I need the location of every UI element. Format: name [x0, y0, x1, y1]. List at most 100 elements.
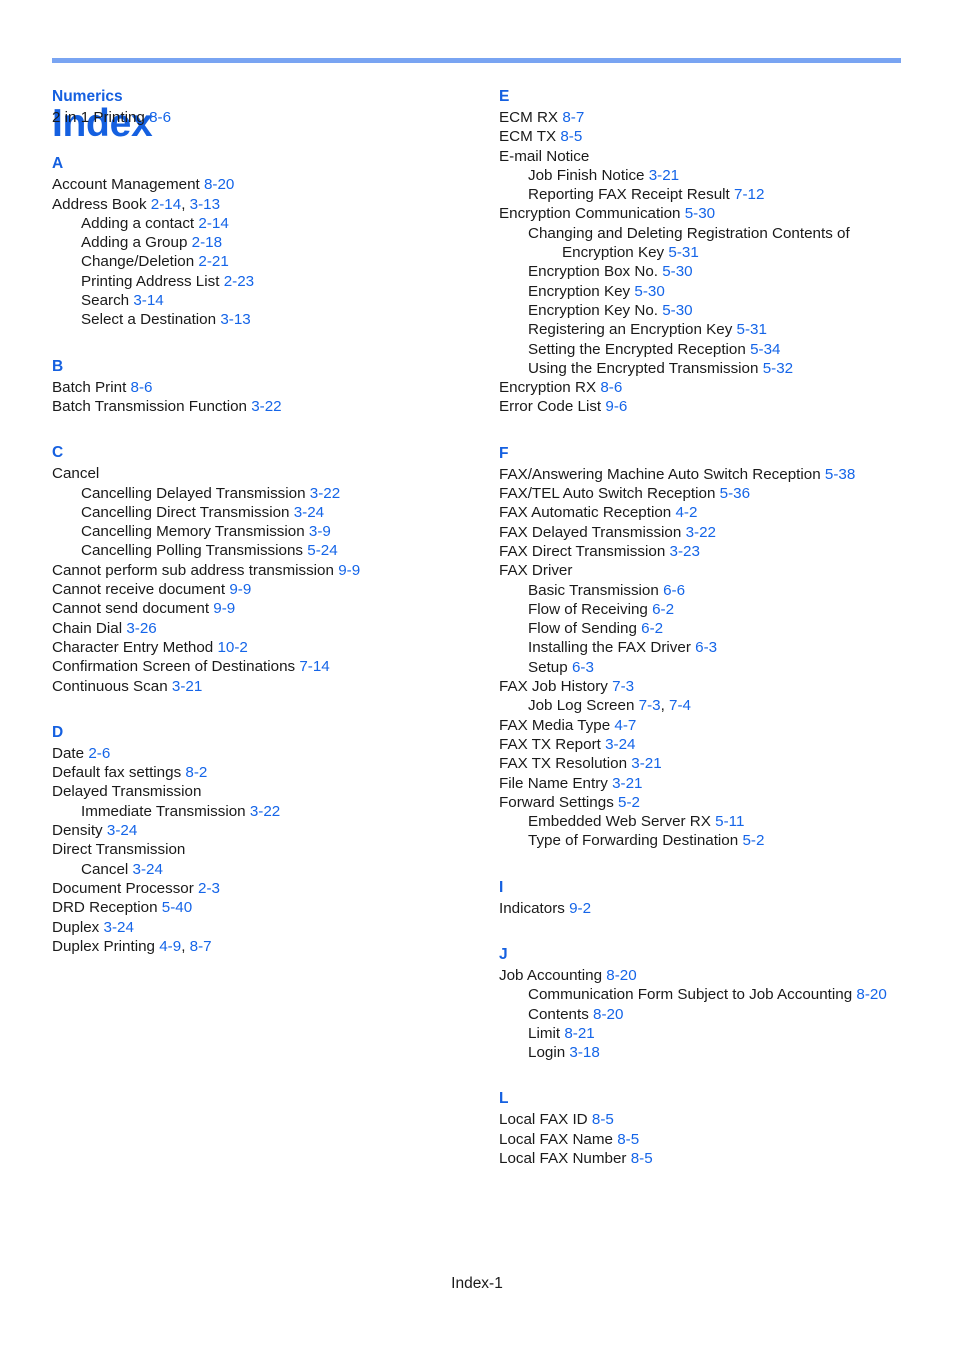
index-page-reference[interactable]: 5-30 — [685, 205, 715, 222]
index-page-reference[interactable]: 8-6 — [149, 109, 171, 126]
index-entry-label: FAX TX Resolution — [499, 755, 628, 773]
index-page-reference[interactable]: 3-13 — [220, 311, 250, 328]
index-entry: Local FAX Number 8-5 — [499, 1149, 911, 1168]
index-page-reference[interactable]: 3-21 — [172, 678, 202, 695]
index-entry: Encryption RX 8-6 — [499, 378, 911, 397]
index-page-reference[interactable]: 8-20 — [856, 986, 886, 1003]
index-page-reference[interactable]: 10-2 — [217, 639, 247, 656]
index-page-reference[interactable]: 5-32 — [763, 360, 793, 377]
index-entry-label: E-mail Notice — [499, 147, 590, 165]
index-page-reference[interactable]: 9-9 — [229, 581, 251, 598]
index-page-reference[interactable]: 5-38 — [825, 466, 855, 483]
index-page-reference[interactable]: 5-40 — [162, 899, 192, 916]
index-page-reference[interactable]: 3-21 — [649, 167, 679, 184]
index-entry: Select a Destination 3-13 — [52, 310, 464, 329]
index-page-reference[interactable]: 5-31 — [737, 321, 767, 338]
index-page-reference[interactable]: 2-18 — [192, 234, 222, 251]
index-page-reference[interactable]: 4-9 — [159, 938, 181, 955]
index-entry-label: Basic Transmission — [528, 581, 659, 599]
index-page-reference[interactable]: 3-21 — [631, 755, 661, 772]
index-page-reference[interactable]: 8-6 — [600, 379, 622, 396]
index-page-reference[interactable]: 2-3 — [198, 880, 220, 897]
index-entry-label: Login — [528, 1044, 566, 1062]
index-page-reference[interactable]: 2-21 — [198, 253, 228, 270]
section-letter: F — [499, 444, 509, 462]
index-page-reference[interactable]: 8-2 — [185, 764, 207, 781]
index-page-reference[interactable]: 3-13 — [190, 196, 220, 213]
index-entry-label: ECM TX — [499, 128, 557, 146]
index-page-reference[interactable]: 8-6 — [131, 379, 153, 396]
index-entry: Basic Transmission 6-6 — [499, 581, 911, 600]
index-page-reference[interactable]: 4-7 — [614, 717, 636, 734]
index-page-reference[interactable]: 7-4 — [669, 697, 691, 714]
index-page-reference[interactable]: 9-9 — [338, 562, 360, 579]
index-page-reference[interactable]: 2-6 — [88, 745, 110, 762]
index-entry-label: Continuous Scan — [52, 677, 168, 695]
index-page-reference[interactable]: 4-2 — [675, 504, 697, 521]
index-page-reference[interactable]: 8-7 — [562, 109, 584, 126]
index-entry: Document Processor 2-3 — [52, 879, 464, 898]
index-page-reference[interactable]: 5-11 — [715, 813, 744, 830]
index-page-reference[interactable]: 3-9 — [309, 523, 331, 540]
index-page-reference[interactable]: 7-3 — [612, 678, 634, 695]
index-page-reference[interactable]: 6-3 — [572, 659, 594, 676]
index-section: J Job Accounting 8-20 Communication Form S… — [499, 944, 911, 1062]
index-page-reference[interactable]: 3-22 — [251, 398, 281, 415]
index-entry-label: FAX Job History — [499, 678, 608, 696]
index-page-reference[interactable]: 8-5 — [617, 1131, 639, 1148]
index-page-reference[interactable]: 8-20 — [606, 967, 636, 984]
index-page-reference[interactable]: 5-36 — [720, 485, 750, 502]
index-page-reference[interactable]: 6-2 — [652, 601, 674, 618]
index-page-reference[interactable]: 7-12 — [734, 186, 764, 203]
index-page-reference[interactable]: 7-3 — [639, 697, 661, 714]
index-page-reference[interactable]: 8-5 — [592, 1111, 614, 1128]
index-page-reference[interactable]: 9-2 — [569, 900, 591, 917]
index-page-reference[interactable]: 8-20 — [593, 1006, 623, 1023]
index-page-reference[interactable]: 5-30 — [662, 263, 692, 280]
index-page-reference[interactable]: 3-22 — [310, 485, 340, 502]
index-entry: Search 3-14 — [52, 291, 464, 310]
index-page-reference[interactable]: 3-24 — [107, 822, 137, 839]
index-page-reference[interactable]: 8-5 — [631, 1150, 653, 1167]
index-page-reference[interactable]: 3-22 — [250, 803, 280, 820]
index-entry-label: Default fax settings — [52, 764, 182, 782]
index-page-reference[interactable]: 8-5 — [560, 128, 582, 145]
index-page-reference[interactable]: 5-30 — [662, 302, 692, 319]
index-page-reference[interactable]: 5-30 — [634, 283, 664, 300]
index-page-reference[interactable]: 3-14 — [133, 292, 163, 309]
index-page-reference[interactable]: 3-26 — [126, 620, 156, 637]
index-page-reference[interactable]: 8-7 — [190, 938, 212, 955]
index-page-reference[interactable]: 2-14 — [198, 215, 228, 232]
index-page-reference[interactable]: 5-2 — [742, 832, 764, 849]
index-page-reference[interactable]: 3-23 — [670, 543, 700, 560]
index-page-reference[interactable]: 6-6 — [663, 582, 685, 599]
index-page-reference[interactable]: 9-6 — [605, 398, 627, 415]
index-page-reference[interactable]: 3-24 — [104, 919, 134, 936]
index-page-reference[interactable]: 5-34 — [750, 341, 780, 358]
index-page-reference[interactable]: 3-24 — [605, 736, 635, 753]
index-page-reference[interactable]: 2-14 — [151, 196, 181, 213]
index-page-reference[interactable]: 3-18 — [569, 1044, 599, 1061]
index-page-reference[interactable]: 6-3 — [695, 639, 717, 656]
index-page-reference[interactable]: 3-22 — [686, 524, 716, 541]
index-entry: 2 in 1 Printing 8-6 — [52, 108, 464, 127]
index-page-reference[interactable]: 5-2 — [618, 794, 640, 811]
index-entry: Change/Deletion 2-21 — [52, 252, 464, 271]
index-entry-label: Job Log Screen — [528, 697, 635, 715]
index-page-reference[interactable]: 5-24 — [307, 542, 337, 559]
index-page-reference[interactable]: 5-31 — [668, 244, 698, 261]
index-page-reference[interactable]: 7-14 — [299, 658, 329, 675]
index-page-reference[interactable]: 6-2 — [641, 620, 663, 637]
section-letter: A — [52, 155, 64, 173]
index-page-reference[interactable]: 3-24 — [294, 504, 324, 521]
index-page-reference[interactable]: 3-21 — [612, 775, 642, 792]
index-entry: Encryption Key 5-30 — [499, 282, 911, 301]
index-page-reference[interactable]: 3-24 — [133, 861, 163, 878]
index-entry: Cancel 3-24 — [52, 860, 464, 879]
index-page-reference[interactable]: 8-20 — [204, 176, 234, 193]
index-page-reference[interactable]: 8-21 — [564, 1025, 594, 1042]
index-page-reference[interactable]: 2-23 — [224, 273, 254, 290]
index-entry: E-mail Notice — [499, 147, 911, 166]
index-entry-label: Direct Transmission — [52, 841, 186, 859]
index-page-reference[interactable]: 9-9 — [213, 600, 235, 617]
